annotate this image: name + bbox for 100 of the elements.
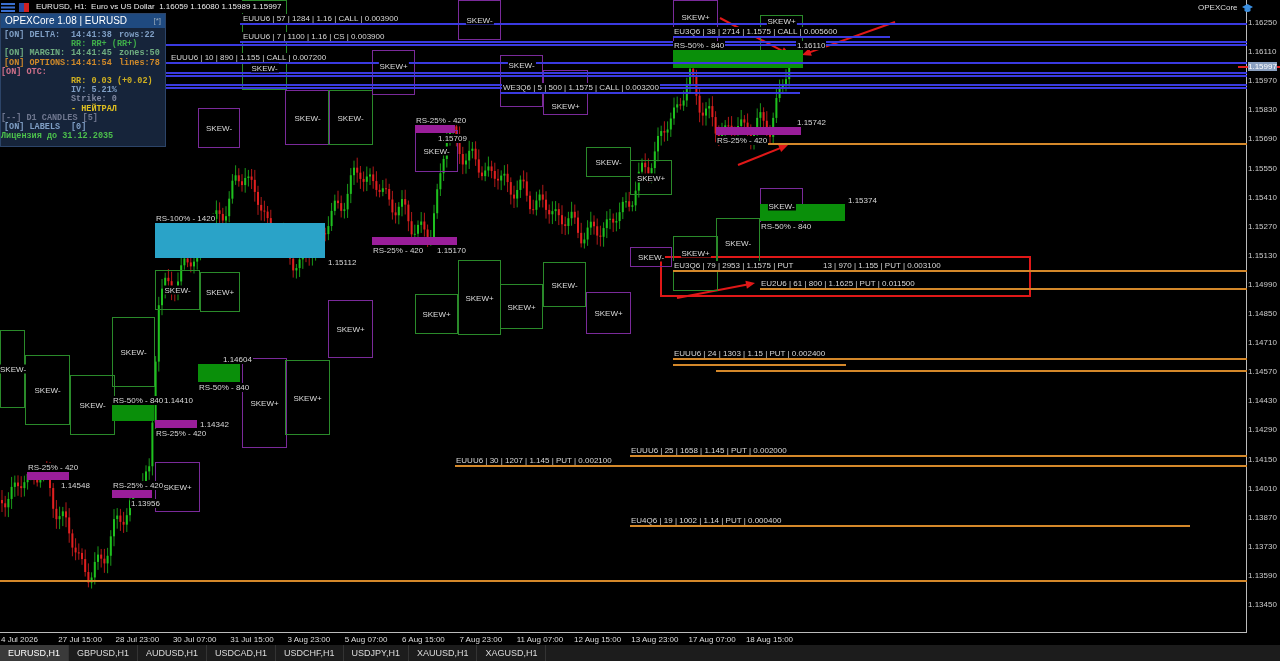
panel-status-text: RR: RR+ (RR+) bbox=[71, 40, 138, 50]
support-zone-bar bbox=[198, 364, 240, 382]
skew-label: SKEW- bbox=[422, 146, 451, 156]
skew-label: SKEW+ bbox=[335, 324, 366, 334]
panel-status-text: [ON] OTC: bbox=[1, 67, 47, 77]
price-axis-label: 1.13870 bbox=[1248, 512, 1277, 522]
skew-label: SKEW+ bbox=[421, 309, 452, 319]
support-zone-bar bbox=[27, 472, 69, 480]
option-level-label: EUUU6 | 57 | 1284 | 1.16 | CALL | 0.003900 bbox=[242, 14, 400, 23]
symbol-tab[interactable]: XAUUSD,H1 bbox=[408, 645, 478, 661]
time-axis-label: 12 Aug 15:00 bbox=[574, 634, 622, 645]
option-level-label: EUUU6 | 7 | 1100 | 1.16 | CS | 0.003900 bbox=[242, 32, 386, 41]
panel-settings-button[interactable]: [*] bbox=[153, 14, 161, 28]
skew-label: SKEW+ bbox=[550, 101, 581, 111]
option-level-label: EU4Q6 | 19 | 1002 | 1.14 | PUT | 0.000400 bbox=[630, 516, 783, 525]
skew-label: SKEW- bbox=[594, 157, 623, 167]
option-level-label: EUUU6 | 24 | 1303 | 1.15 | PUT | 0.002400 bbox=[673, 349, 827, 358]
skew-label: SKEW- bbox=[723, 238, 753, 248]
option-level-label: EU3Q6 | 79 | 2953 | 1.1575 | PUT bbox=[673, 261, 795, 270]
skew-label: SKEW- bbox=[507, 60, 536, 70]
symbol-tab[interactable]: USDCHF,H1 bbox=[276, 645, 344, 661]
panel-title: OPEXCore 1.08 | EURUSD bbox=[5, 14, 128, 28]
graduation-cap-icon bbox=[1241, 3, 1253, 13]
skew-label: SKEW- bbox=[33, 385, 62, 395]
option-level-label: EUUU6 | 10 | 890 | 1.155 | CALL | 0.007200 bbox=[170, 53, 328, 62]
menu-icon[interactable] bbox=[1, 2, 15, 12]
current-price-tag: 1.15997 bbox=[1248, 62, 1277, 71]
skew-label: SKEW- bbox=[163, 285, 192, 295]
symbol-tab[interactable]: USDCAD,H1 bbox=[207, 645, 277, 661]
zone-price: 1.14342 bbox=[199, 420, 230, 429]
time-axis-label: 4 Jul 2026 bbox=[1, 634, 38, 645]
skew-label: SKEW- bbox=[636, 252, 666, 262]
zone-label: RS-100% - 1420 bbox=[155, 214, 217, 223]
panel-status-text: [ON] DELTA: bbox=[3, 31, 62, 41]
skew-label: SKEW+ bbox=[680, 12, 711, 22]
price-axis-label: 1.13450 bbox=[1248, 600, 1277, 609]
price-axis-label: 1.13730 bbox=[1248, 541, 1277, 551]
zone-price: 1.14548 bbox=[60, 481, 91, 490]
zone-label: RS-25% - 420 bbox=[716, 136, 769, 145]
time-axis-label: 27 Jul 15:00 bbox=[58, 634, 102, 645]
zone-label: RS-25% - 420 bbox=[415, 116, 468, 125]
time-axis-label: 13 Aug 23:00 bbox=[631, 634, 679, 645]
option-level-label: EUUU6 | 25 | 1658 | 1.145 | PUT | 0.002000 bbox=[630, 446, 788, 455]
zone-price: 1.14410 bbox=[163, 396, 194, 405]
option-level-label: EU3Q6 | 38 | 2714 | 1.1575 | CALL | 0.005600 bbox=[673, 27, 839, 36]
option-level-label: EUUU6 | 30 | 1207 | 1.145 | PUT | 0.002100 bbox=[455, 456, 613, 465]
price-axis-label: 1.14850 bbox=[1248, 309, 1277, 318]
panel-status-text: Лицензия до 31.12.2035 bbox=[1, 132, 114, 142]
skew-label: SKEW+ bbox=[766, 16, 797, 26]
skew-label: SKEW- bbox=[767, 201, 796, 210]
skew-label: SKEW+ bbox=[635, 173, 667, 182]
zone-price: 1.13956 bbox=[130, 499, 161, 508]
price-axis-label: 1.15130 bbox=[1248, 250, 1277, 260]
skew-label: SKEW+ bbox=[249, 398, 280, 408]
price-axis-label: 1.15970 bbox=[1248, 76, 1277, 86]
price-axis-label: 1.14710 bbox=[1248, 338, 1277, 348]
price-axis-label: 1.14990 bbox=[1248, 279, 1277, 289]
skew-label: SKEW- bbox=[0, 364, 28, 374]
price-axis-label: 1.13590 bbox=[1248, 570, 1277, 580]
option-level-label: EU2U6 | 61 | 800 | 1.1625 | PUT | 0.011500 bbox=[760, 279, 916, 288]
skew-label: SKEW- bbox=[119, 347, 148, 357]
time-axis-label: 18 Aug 15:00 bbox=[745, 634, 794, 645]
symbol-tab[interactable]: EURUSD,H1 bbox=[0, 645, 69, 661]
brand-label: OPEXCore bbox=[1198, 2, 1238, 14]
panel-status-text: rows:22 bbox=[119, 31, 155, 40]
skew-label: SKEW+ bbox=[506, 302, 537, 311]
price-axis-label: 1.14010 bbox=[1248, 483, 1277, 493]
support-zone-bar bbox=[415, 125, 455, 133]
price-axis-label: 1.15690 bbox=[1248, 134, 1277, 144]
zone-price: 1.15374 bbox=[847, 196, 878, 205]
skew-label: SKEW+ bbox=[680, 248, 711, 257]
skew-label: SKEW+ bbox=[378, 61, 409, 71]
time-axis-label: 17 Aug 07:00 bbox=[688, 634, 736, 645]
price-axis-label: 1.16110 bbox=[1248, 47, 1277, 57]
zone-price: 1.14604 bbox=[222, 355, 253, 364]
zone-price: 1.15170 bbox=[436, 246, 467, 255]
support-zone-bar bbox=[112, 490, 152, 498]
time-axis-label: 6 Aug 15:00 bbox=[402, 634, 445, 645]
zone-label: RS-50% - 840 bbox=[760, 222, 813, 231]
symbol-tab[interactable]: AUDUSD,H1 bbox=[138, 645, 208, 661]
price-axis-label: 1.14150 bbox=[1248, 454, 1277, 464]
panel-status-text: lines:78 bbox=[119, 58, 160, 68]
skew-label: SKEW+ bbox=[292, 393, 323, 402]
symbol-tab[interactable]: XAGUSD,H1 bbox=[477, 645, 547, 661]
price-axis-label: 1.14570 bbox=[1248, 367, 1277, 377]
zone-label: RS-25% - 420 bbox=[27, 463, 80, 472]
symbol-tab[interactable]: GBPUSD,H1 bbox=[69, 645, 139, 661]
price-axis-label: 1.15830 bbox=[1248, 105, 1277, 115]
flag-icon bbox=[19, 2, 29, 12]
time-axis-label: 11 Aug 07:00 bbox=[516, 634, 564, 645]
skew-label: SKEW- bbox=[336, 113, 365, 122]
time-axis-label: 5 Aug 07:00 bbox=[344, 634, 388, 645]
price-axis-label: 1.14430 bbox=[1248, 396, 1277, 406]
price-axis-label: 1.15270 bbox=[1248, 221, 1277, 231]
skew-label: SKEW- bbox=[293, 113, 322, 122]
panel-status-text: [0] bbox=[71, 123, 87, 133]
symbol-tab[interactable]: USDJPY,H1 bbox=[343, 645, 409, 661]
price-axis-label: 1.15550 bbox=[1248, 163, 1277, 173]
price-axis-label: 1.15410 bbox=[1248, 192, 1277, 202]
skew-label: SKEW- bbox=[550, 280, 579, 289]
